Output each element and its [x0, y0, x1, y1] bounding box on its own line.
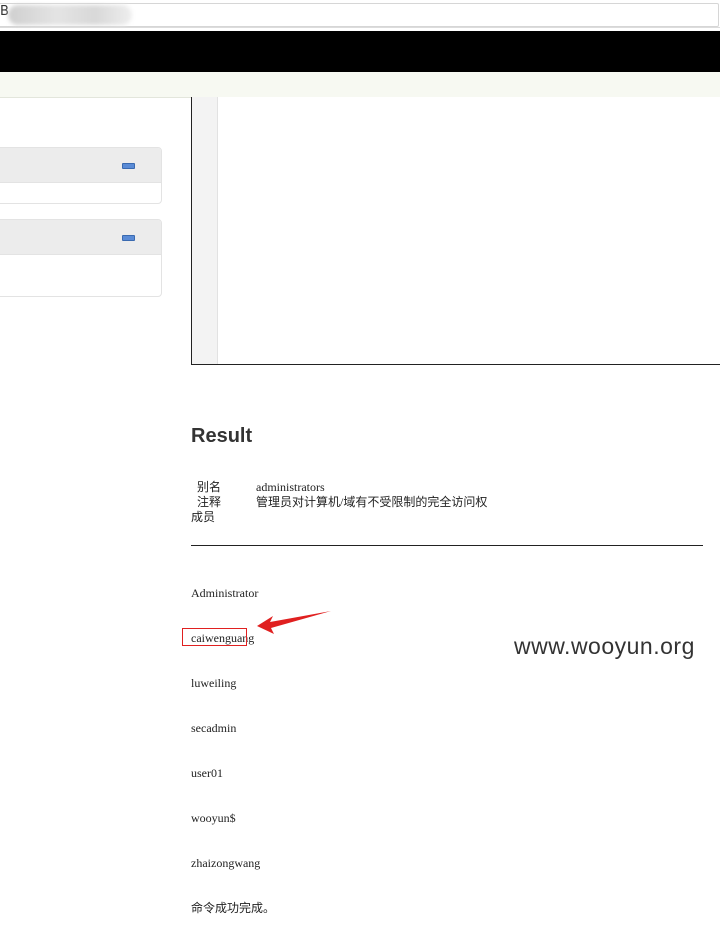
sidebar-panel-1-header[interactable]	[0, 148, 161, 183]
result-heading: Result	[191, 425, 253, 447]
sidebar-panel-2-header[interactable]	[0, 220, 161, 255]
separator-line	[191, 545, 703, 546]
watermark: www.wooyun.org	[514, 633, 695, 659]
result-comment-row: 注释 管理员对计算机/域有不受限制的完全访问权	[191, 480, 711, 510]
collapse-icon[interactable]	[122, 235, 135, 241]
breadcrumb-bar	[0, 72, 720, 98]
member-item: wooyun$	[191, 811, 236, 825]
command-editor[interactable]	[191, 97, 720, 365]
member-item: luweiling	[191, 676, 237, 690]
browser-address-bar: B	[0, 0, 720, 28]
sidebar-panel-1	[0, 147, 162, 204]
member-item: Administrator	[191, 586, 259, 600]
highlight-box	[182, 628, 247, 646]
members-label: 成员	[191, 510, 216, 524]
member-item: zhaizongwang	[191, 856, 261, 870]
collapse-icon[interactable]	[122, 163, 135, 169]
command-status: 命令成功完成。	[191, 901, 276, 915]
member-item: secadmin	[191, 721, 237, 735]
sidebar-panel-2	[0, 219, 162, 297]
comment-label: 注释	[197, 495, 222, 509]
annotation-arrow-icon	[257, 611, 331, 634]
member-item: user01	[191, 766, 223, 780]
editor-line-gutter	[192, 97, 218, 364]
comment-value: 管理员对计算机/域有不受限制的完全访问权	[256, 495, 488, 509]
site-navbar	[0, 31, 720, 72]
redacted-url	[8, 5, 132, 25]
